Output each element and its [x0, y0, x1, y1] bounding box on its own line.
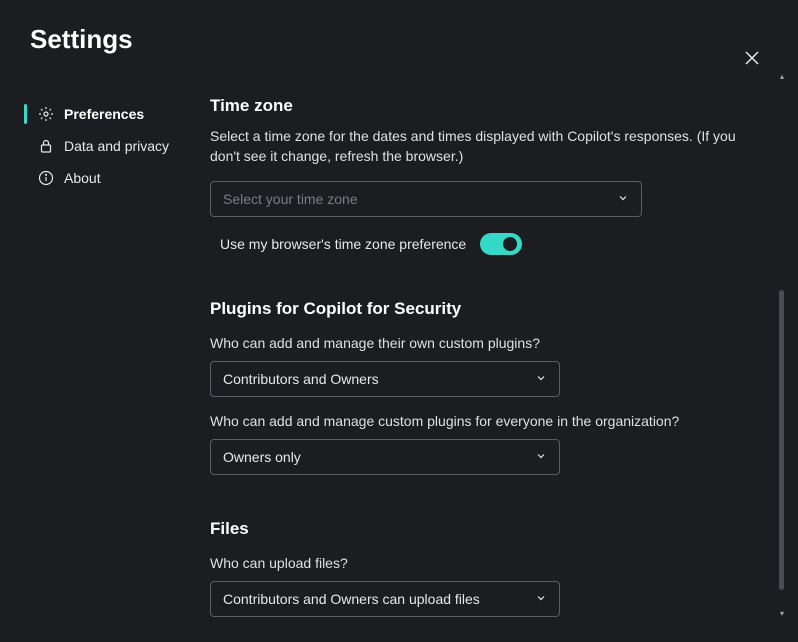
plugins-own-select-value: Contributors and Owners [223, 371, 379, 387]
gear-icon [38, 106, 54, 122]
sidebar-item-label: Data and privacy [64, 138, 169, 154]
browser-tz-toggle[interactable] [480, 233, 522, 255]
plugins-section: Plugins for Copilot for Security Who can… [210, 299, 752, 475]
plugins-org-select-value: Owners only [223, 449, 301, 465]
close-icon [744, 50, 760, 66]
browser-tz-toggle-label: Use my browser's time zone preference [220, 236, 466, 252]
timezone-section: Time zone Select a time zone for the dat… [210, 96, 752, 255]
files-upload-select-value: Contributors and Owners can upload files [223, 591, 480, 607]
sidebar-item-label: Preferences [64, 106, 144, 122]
plugins-own-select[interactable]: Contributors and Owners [210, 361, 560, 397]
timezone-select[interactable]: Select your time zone [210, 181, 642, 217]
sidebar-item-data-privacy[interactable]: Data and privacy [30, 130, 210, 162]
sidebar-item-preferences[interactable]: Preferences [30, 98, 210, 130]
main-content: Time zone Select a time zone for the dat… [210, 96, 768, 630]
timezone-description: Select a time zone for the dates and tim… [210, 126, 750, 167]
scroll-down-arrow[interactable]: ▾ [780, 609, 784, 618]
plugins-q1-label: Who can add and manage their own custom … [210, 335, 752, 351]
plugins-org-select[interactable]: Owners only [210, 439, 560, 475]
plugins-heading: Plugins for Copilot for Security [210, 299, 752, 319]
lock-icon [38, 138, 54, 154]
chevron-down-icon [617, 191, 629, 207]
sidebar-item-about[interactable]: About [30, 162, 210, 194]
timezone-heading: Time zone [210, 96, 752, 116]
sidebar: Preferences Data and privacy About [30, 96, 210, 630]
files-upload-select[interactable]: Contributors and Owners can upload files [210, 581, 560, 617]
chevron-down-icon [535, 371, 547, 387]
close-button[interactable] [736, 42, 768, 74]
scrollbar-thumb[interactable] [779, 290, 784, 590]
files-q1-label: Who can upload files? [210, 555, 752, 571]
files-section: Files Who can upload files? Contributors… [210, 519, 752, 617]
timezone-select-value: Select your time zone [223, 191, 358, 207]
plugins-q2-label: Who can add and manage custom plugins fo… [210, 413, 752, 429]
scroll-up-arrow[interactable]: ▴ [780, 72, 784, 81]
files-heading: Files [210, 519, 752, 539]
info-icon [38, 170, 54, 186]
chevron-down-icon [535, 449, 547, 465]
chevron-down-icon [535, 591, 547, 607]
toggle-knob [503, 237, 517, 251]
sidebar-item-label: About [64, 170, 101, 186]
page-title: Settings [30, 24, 133, 55]
